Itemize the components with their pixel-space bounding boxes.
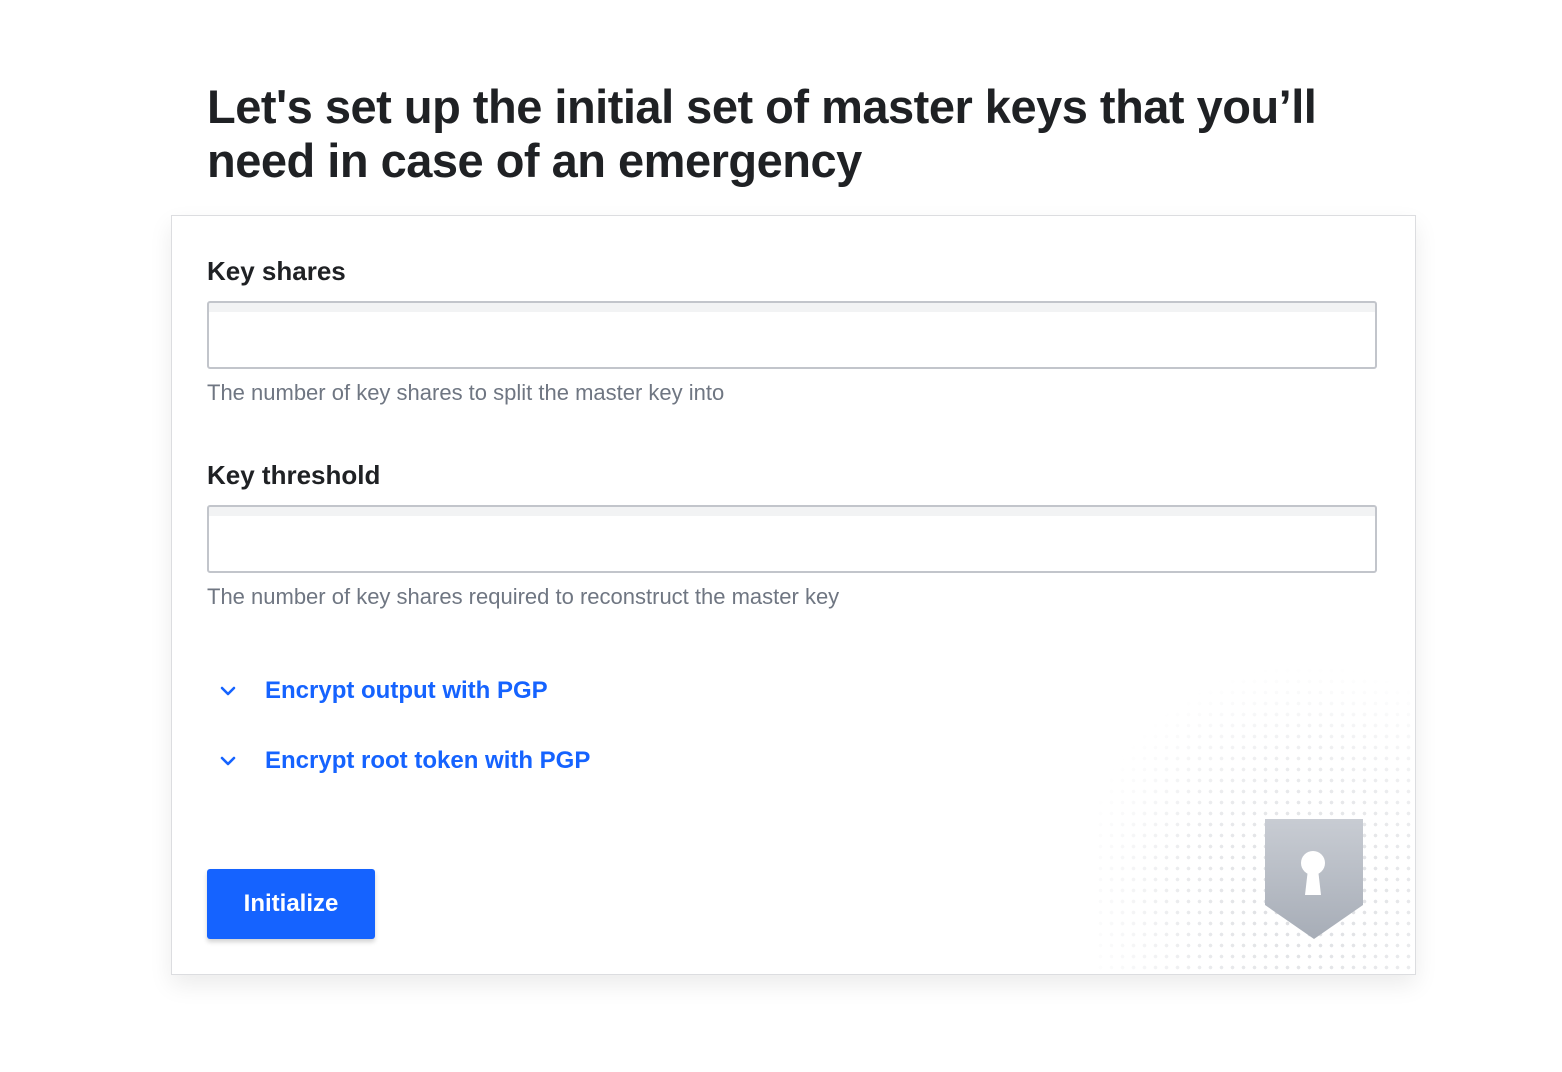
key-shares-input[interactable]	[207, 301, 1377, 369]
init-form-card: Key shares The number of key shares to s…	[171, 215, 1416, 975]
encrypt-output-pgp-label: Encrypt output with PGP	[265, 677, 548, 704]
encrypt-root-token-pgp-label: Encrypt root token with PGP	[265, 747, 591, 774]
key-threshold-input[interactable]	[207, 505, 1377, 573]
encrypt-output-pgp-toggle[interactable]: Encrypt output with PGP	[217, 677, 548, 705]
key-threshold-help: The number of key shares required to rec…	[207, 584, 840, 609]
encrypt-root-token-pgp-toggle[interactable]: Encrypt root token with PGP	[217, 747, 590, 775]
chevron-down-icon	[220, 686, 236, 696]
key-shares-help: The number of key shares to split the ma…	[207, 380, 725, 405]
init-page: Let's set up the initial set of master k…	[0, 0, 1562, 1072]
page-title: Let's set up the initial set of master k…	[207, 80, 1317, 187]
initialize-button[interactable]: Initialize	[207, 869, 375, 939]
key-threshold-label: Key threshold	[207, 460, 381, 490]
key-shares-label: Key shares	[207, 256, 346, 286]
dot-pattern-decoration	[1095, 654, 1415, 974]
chevron-down-icon	[220, 756, 236, 766]
shield-keyhole-icon	[1265, 819, 1363, 939]
